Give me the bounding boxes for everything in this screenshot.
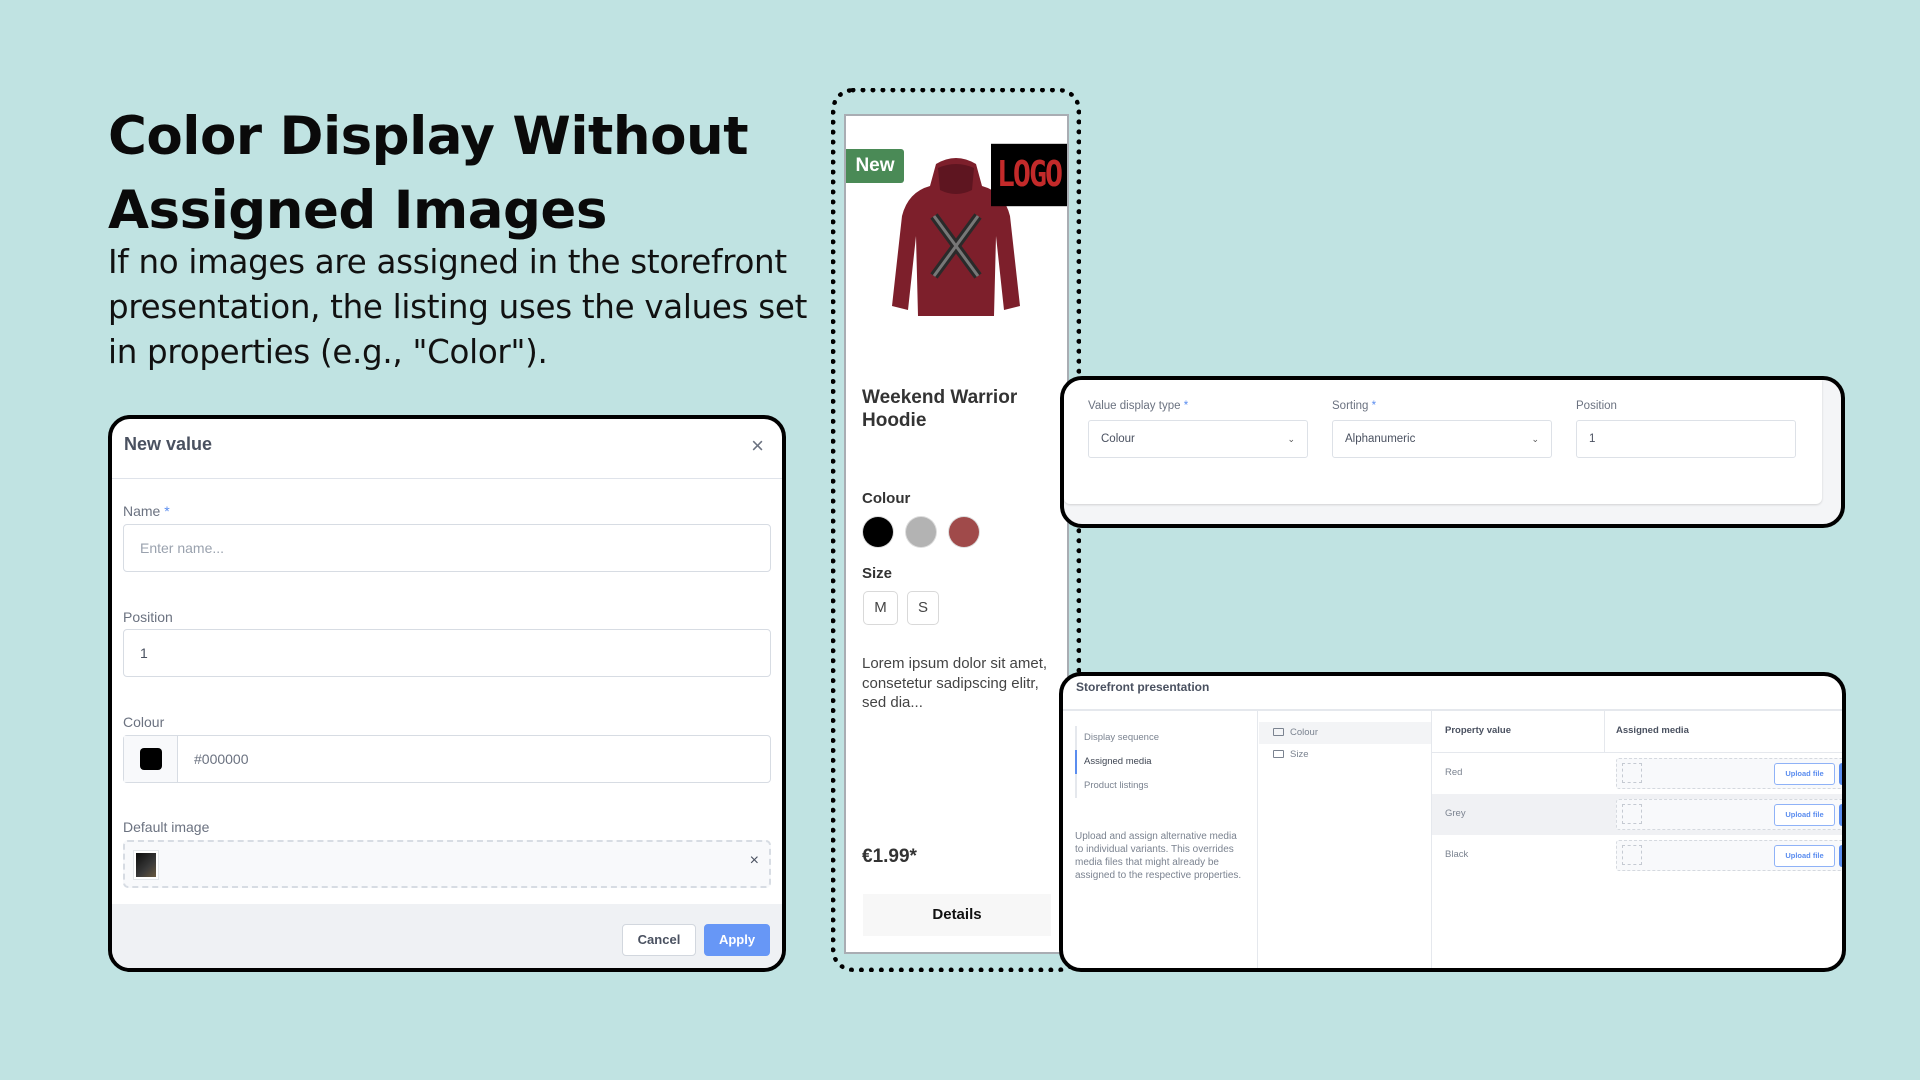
- slide-subtext: If no images are assigned in the storefr…: [108, 243, 808, 371]
- colour-swatch-grey[interactable]: [906, 517, 936, 547]
- image-placeholder-icon: [1622, 845, 1642, 865]
- dialog-title: New value: [124, 434, 213, 454]
- colour-picker-button[interactable]: [124, 736, 178, 782]
- media-menu-button[interactable]: [1839, 763, 1842, 785]
- media-dropzone[interactable]: Upload file: [1616, 840, 1842, 871]
- colour-swatch: [139, 748, 162, 770]
- upload-file-button[interactable]: Upload file: [1774, 763, 1835, 785]
- sorting-label: Sorting *: [1332, 400, 1376, 412]
- nav-display-sequence[interactable]: Display sequence: [1077, 726, 1159, 750]
- folder-icon: [1273, 750, 1284, 758]
- column-property-value: Property value: [1445, 725, 1511, 736]
- default-image-label: Default image: [123, 819, 210, 835]
- size-option-m[interactable]: M: [863, 591, 898, 625]
- colour-swatches: [863, 517, 979, 547]
- settings-card: Value display type * Colour ⌄ Sorting * …: [1064, 380, 1822, 504]
- colour-hex-value[interactable]: #000000: [178, 736, 249, 782]
- colour-section-label: Colour: [862, 490, 911, 507]
- product-image[interactable]: New LOGO: [846, 116, 1067, 336]
- new-value-dialog: New value × Name * Enter name... Positio…: [108, 415, 786, 972]
- display-type-label: Value display type *: [1088, 400, 1188, 412]
- media-dropzone[interactable]: Upload file: [1616, 758, 1842, 789]
- assigned-media-table: Property value Assigned media Red Upload…: [1432, 711, 1842, 876]
- details-button[interactable]: Details: [863, 894, 1051, 936]
- settings-position-label: Position: [1576, 400, 1617, 412]
- apply-button[interactable]: Apply: [704, 924, 770, 956]
- chevron-down-icon: ⌄: [1287, 434, 1295, 444]
- display-type-value: Colour: [1101, 433, 1135, 445]
- colour-field[interactable]: #000000: [123, 735, 771, 783]
- nav-assigned-media[interactable]: Assigned media: [1075, 750, 1159, 774]
- media-menu-button[interactable]: [1839, 804, 1842, 826]
- sorting-value: Alphanumeric: [1345, 433, 1416, 445]
- sorting-select[interactable]: Alphanumeric ⌄: [1332, 420, 1552, 458]
- tree-item-label: Size: [1290, 749, 1309, 760]
- image-placeholder-icon: [1622, 804, 1642, 824]
- close-icon[interactable]: ×: [751, 433, 764, 459]
- table-row: Black Upload file: [1432, 835, 1842, 876]
- position-input[interactable]: 1: [123, 629, 771, 677]
- required-mark: *: [1183, 400, 1189, 412]
- display-type-label-text: Value display type: [1088, 400, 1181, 412]
- upload-file-button[interactable]: Upload file: [1774, 804, 1835, 826]
- product-name[interactable]: Weekend Warrior Hoodie: [862, 386, 1062, 432]
- required-mark: *: [1371, 400, 1377, 412]
- property-value-cell: Black: [1445, 849, 1469, 860]
- size-section-label: Size: [862, 565, 893, 582]
- media-dropzone[interactable]: Upload file: [1616, 799, 1842, 830]
- name-label-text: Name: [123, 503, 161, 519]
- product-description: Lorem ipsum dolor sit amet, consetetur s…: [862, 655, 1048, 711]
- product-price: €1.99*: [862, 846, 917, 867]
- storefront-title: Storefront presentation: [1076, 680, 1210, 694]
- storefront-presentation-panel: Storefront presentation Display sequence…: [1059, 672, 1846, 972]
- dialog-header: New value ×: [112, 419, 782, 479]
- tree-item-colour[interactable]: Colour: [1259, 722, 1431, 744]
- required-mark: *: [164, 503, 170, 519]
- product-card[interactable]: New LOGO Weekend Warrior Hoodie Colour S…: [844, 114, 1069, 954]
- name-input[interactable]: Enter name...: [123, 524, 771, 572]
- dialog-footer: Cancel Apply: [112, 904, 782, 968]
- table-header: Property value Assigned media: [1432, 711, 1842, 753]
- brand-logo: LOGO: [991, 143, 1067, 207]
- assigned-media-help-text: Upload and assign alternative media to i…: [1075, 831, 1242, 881]
- tree-item-label: Colour: [1290, 727, 1318, 738]
- property-value-cell: Grey: [1445, 808, 1466, 819]
- media-menu-button[interactable]: [1839, 845, 1842, 867]
- storefront-nav: Display sequence Assigned media Product …: [1075, 726, 1159, 798]
- table-row: Grey Upload file: [1432, 794, 1842, 835]
- size-options: M S: [863, 591, 939, 625]
- image-placeholder-icon: [1622, 763, 1642, 783]
- property-tree: Colour Size: [1259, 722, 1431, 766]
- property-value-cell: Red: [1445, 767, 1463, 778]
- settings-position-input[interactable]: 1: [1576, 420, 1796, 458]
- remove-image-icon[interactable]: ×: [750, 852, 759, 870]
- slide-headline: Color Display Without Assigned Images: [108, 106, 749, 241]
- chevron-down-icon: ⌄: [1531, 434, 1539, 444]
- position-label: Position: [123, 609, 173, 625]
- colour-swatch-black[interactable]: [863, 517, 893, 547]
- table-row: Red Upload file: [1432, 753, 1842, 794]
- property-settings-panel: Value display type * Colour ⌄ Sorting * …: [1060, 376, 1845, 528]
- display-type-select[interactable]: Colour ⌄: [1088, 420, 1308, 458]
- cancel-button[interactable]: Cancel: [622, 924, 696, 956]
- colour-swatch-red[interactable]: [949, 517, 979, 547]
- image-thumbnail: [133, 850, 159, 880]
- name-label: Name *: [123, 503, 170, 519]
- upload-file-button[interactable]: Upload file: [1774, 845, 1835, 867]
- colour-label: Colour: [123, 714, 165, 730]
- column-assigned-media: Assigned media: [1616, 725, 1689, 736]
- sorting-label-text: Sorting: [1332, 400, 1369, 412]
- size-option-s[interactable]: S: [907, 591, 939, 625]
- default-image-dropzone[interactable]: ×: [123, 840, 771, 888]
- tree-item-size[interactable]: Size: [1259, 744, 1431, 766]
- new-badge: New: [846, 149, 904, 183]
- nav-product-listings[interactable]: Product listings: [1077, 774, 1159, 798]
- folder-icon: [1273, 728, 1284, 736]
